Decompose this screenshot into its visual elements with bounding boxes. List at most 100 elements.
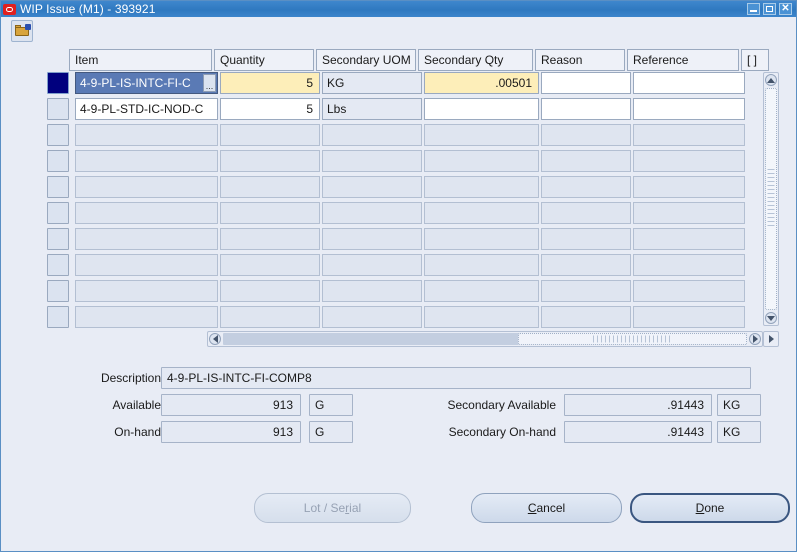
cell-reference[interactable] <box>633 202 745 224</box>
cell-reference[interactable] <box>633 306 745 328</box>
description-field[interactable]: 4-9-PL-IS-INTC-FI-COMP8 <box>161 367 751 389</box>
cell-item[interactable] <box>75 202 218 224</box>
column-header-secondary-uom[interactable]: Secondary UOM <box>316 49 416 71</box>
cell-quantity[interactable] <box>220 150 320 172</box>
table-row[interactable]: 4-9-PL-IS-INTC-FI-C ... 5 KG .00501 <box>39 72 779 98</box>
cell-reason[interactable] <box>541 280 631 302</box>
scroll-up-icon[interactable] <box>765 74 777 86</box>
cell-reference[interactable] <box>633 72 745 94</box>
cell-quantity[interactable] <box>220 124 320 146</box>
cell-secondary-uom[interactable]: Lbs <box>322 98 422 120</box>
scroll-corner-button[interactable] <box>763 331 779 347</box>
secondary-onhand-field[interactable]: .91443 <box>564 421 712 443</box>
table-row[interactable] <box>39 306 779 332</box>
cell-reason[interactable] <box>541 98 631 120</box>
table-row[interactable] <box>39 150 779 176</box>
table-row[interactable] <box>39 176 779 202</box>
cell-secondary-uom[interactable] <box>322 124 422 146</box>
cell-quantity[interactable] <box>220 202 320 224</box>
cell-reference[interactable] <box>633 124 745 146</box>
grid-horizontal-scrollbar[interactable] <box>207 331 763 347</box>
cell-reference[interactable] <box>633 280 745 302</box>
cell-item[interactable] <box>75 306 218 328</box>
table-row[interactable] <box>39 280 779 306</box>
cell-quantity[interactable]: 5 <box>220 72 320 94</box>
secondary-onhand-uom-field[interactable]: KG <box>717 421 761 443</box>
row-selector[interactable] <box>47 228 69 250</box>
title-bar[interactable]: WIP Issue (M1) - 393921 ✕ <box>1 1 796 17</box>
row-selector[interactable] <box>47 72 69 94</box>
cell-item[interactable] <box>75 254 218 276</box>
column-header-secondary-qty[interactable]: Secondary Qty <box>418 49 533 71</box>
table-row[interactable] <box>39 124 779 150</box>
cell-reason[interactable] <box>541 150 631 172</box>
cell-reference[interactable] <box>633 176 745 198</box>
cell-quantity[interactable] <box>220 176 320 198</box>
scroll-right-icon[interactable] <box>749 333 761 345</box>
row-selector[interactable] <box>47 124 69 146</box>
vertical-scroll-thumb[interactable] <box>765 88 777 310</box>
column-header-item[interactable]: Item <box>69 49 212 71</box>
cell-item[interactable]: 4-9-PL-STD-IC-NOD-C <box>75 98 218 120</box>
cell-secondary-uom[interactable]: KG <box>322 72 422 94</box>
cell-quantity[interactable] <box>220 280 320 302</box>
cell-secondary-qty[interactable] <box>424 228 539 250</box>
maximize-icon[interactable] <box>763 3 776 15</box>
available-field[interactable]: 913 <box>161 394 301 416</box>
cell-quantity[interactable] <box>220 306 320 328</box>
cell-secondary-uom[interactable] <box>322 228 422 250</box>
cell-item[interactable] <box>75 150 218 172</box>
cell-reference[interactable] <box>633 98 745 120</box>
cell-reference[interactable] <box>633 150 745 172</box>
lov-icon[interactable]: ... <box>203 74 216 92</box>
cell-secondary-qty[interactable] <box>424 176 539 198</box>
table-row[interactable] <box>39 254 779 280</box>
cell-secondary-uom[interactable] <box>322 150 422 172</box>
cell-secondary-uom[interactable] <box>322 254 422 276</box>
row-selector[interactable] <box>47 98 69 120</box>
table-row[interactable]: 4-9-PL-STD-IC-NOD-C 5 Lbs <box>39 98 779 124</box>
row-selector[interactable] <box>47 280 69 302</box>
row-selector[interactable] <box>47 202 69 224</box>
row-selector[interactable] <box>47 150 69 172</box>
cell-secondary-qty[interactable] <box>424 150 539 172</box>
cell-secondary-qty[interactable]: .00501 <box>424 72 539 94</box>
cell-secondary-uom[interactable] <box>322 202 422 224</box>
cell-secondary-uom[interactable] <box>322 176 422 198</box>
cell-item[interactable] <box>75 176 218 198</box>
table-row[interactable] <box>39 228 779 254</box>
cell-quantity[interactable] <box>220 254 320 276</box>
cell-reason[interactable] <box>541 124 631 146</box>
cell-secondary-qty[interactable] <box>424 254 539 276</box>
cell-reference[interactable] <box>633 254 745 276</box>
cell-reason[interactable] <box>541 176 631 198</box>
cell-secondary-uom[interactable] <box>322 306 422 328</box>
column-header-quantity[interactable]: Quantity <box>214 49 314 71</box>
cell-secondary-uom[interactable] <box>322 280 422 302</box>
row-selector[interactable] <box>47 176 69 198</box>
cell-secondary-qty[interactable] <box>424 98 539 120</box>
cell-secondary-qty[interactable] <box>424 280 539 302</box>
cell-quantity[interactable]: 5 <box>220 98 320 120</box>
available-uom-field[interactable]: G <box>309 394 353 416</box>
column-header-overflow[interactable]: [ ] <box>741 49 769 71</box>
cell-item[interactable] <box>75 228 218 250</box>
cell-item[interactable]: 4-9-PL-IS-INTC-FI-C ... <box>75 72 218 94</box>
row-selector[interactable] <box>47 254 69 276</box>
secondary-available-uom-field[interactable]: KG <box>717 394 761 416</box>
cell-quantity[interactable] <box>220 228 320 250</box>
cell-reason[interactable] <box>541 306 631 328</box>
lot-serial-button[interactable]: Lot / Serial <box>254 493 411 523</box>
column-header-reason[interactable]: Reason <box>535 49 625 71</box>
cell-reason[interactable] <box>541 72 631 94</box>
cell-item[interactable] <box>75 280 218 302</box>
cell-secondary-qty[interactable] <box>424 124 539 146</box>
cell-reason[interactable] <box>541 202 631 224</box>
cell-secondary-qty[interactable] <box>424 306 539 328</box>
onhand-uom-field[interactable]: G <box>309 421 353 443</box>
cancel-button[interactable]: Cancel <box>471 493 622 523</box>
column-header-reference[interactable]: Reference <box>627 49 739 71</box>
horizontal-scroll-thumb[interactable] <box>518 333 747 345</box>
secondary-available-field[interactable]: .91443 <box>564 394 712 416</box>
grid-vertical-scrollbar[interactable] <box>763 72 779 326</box>
